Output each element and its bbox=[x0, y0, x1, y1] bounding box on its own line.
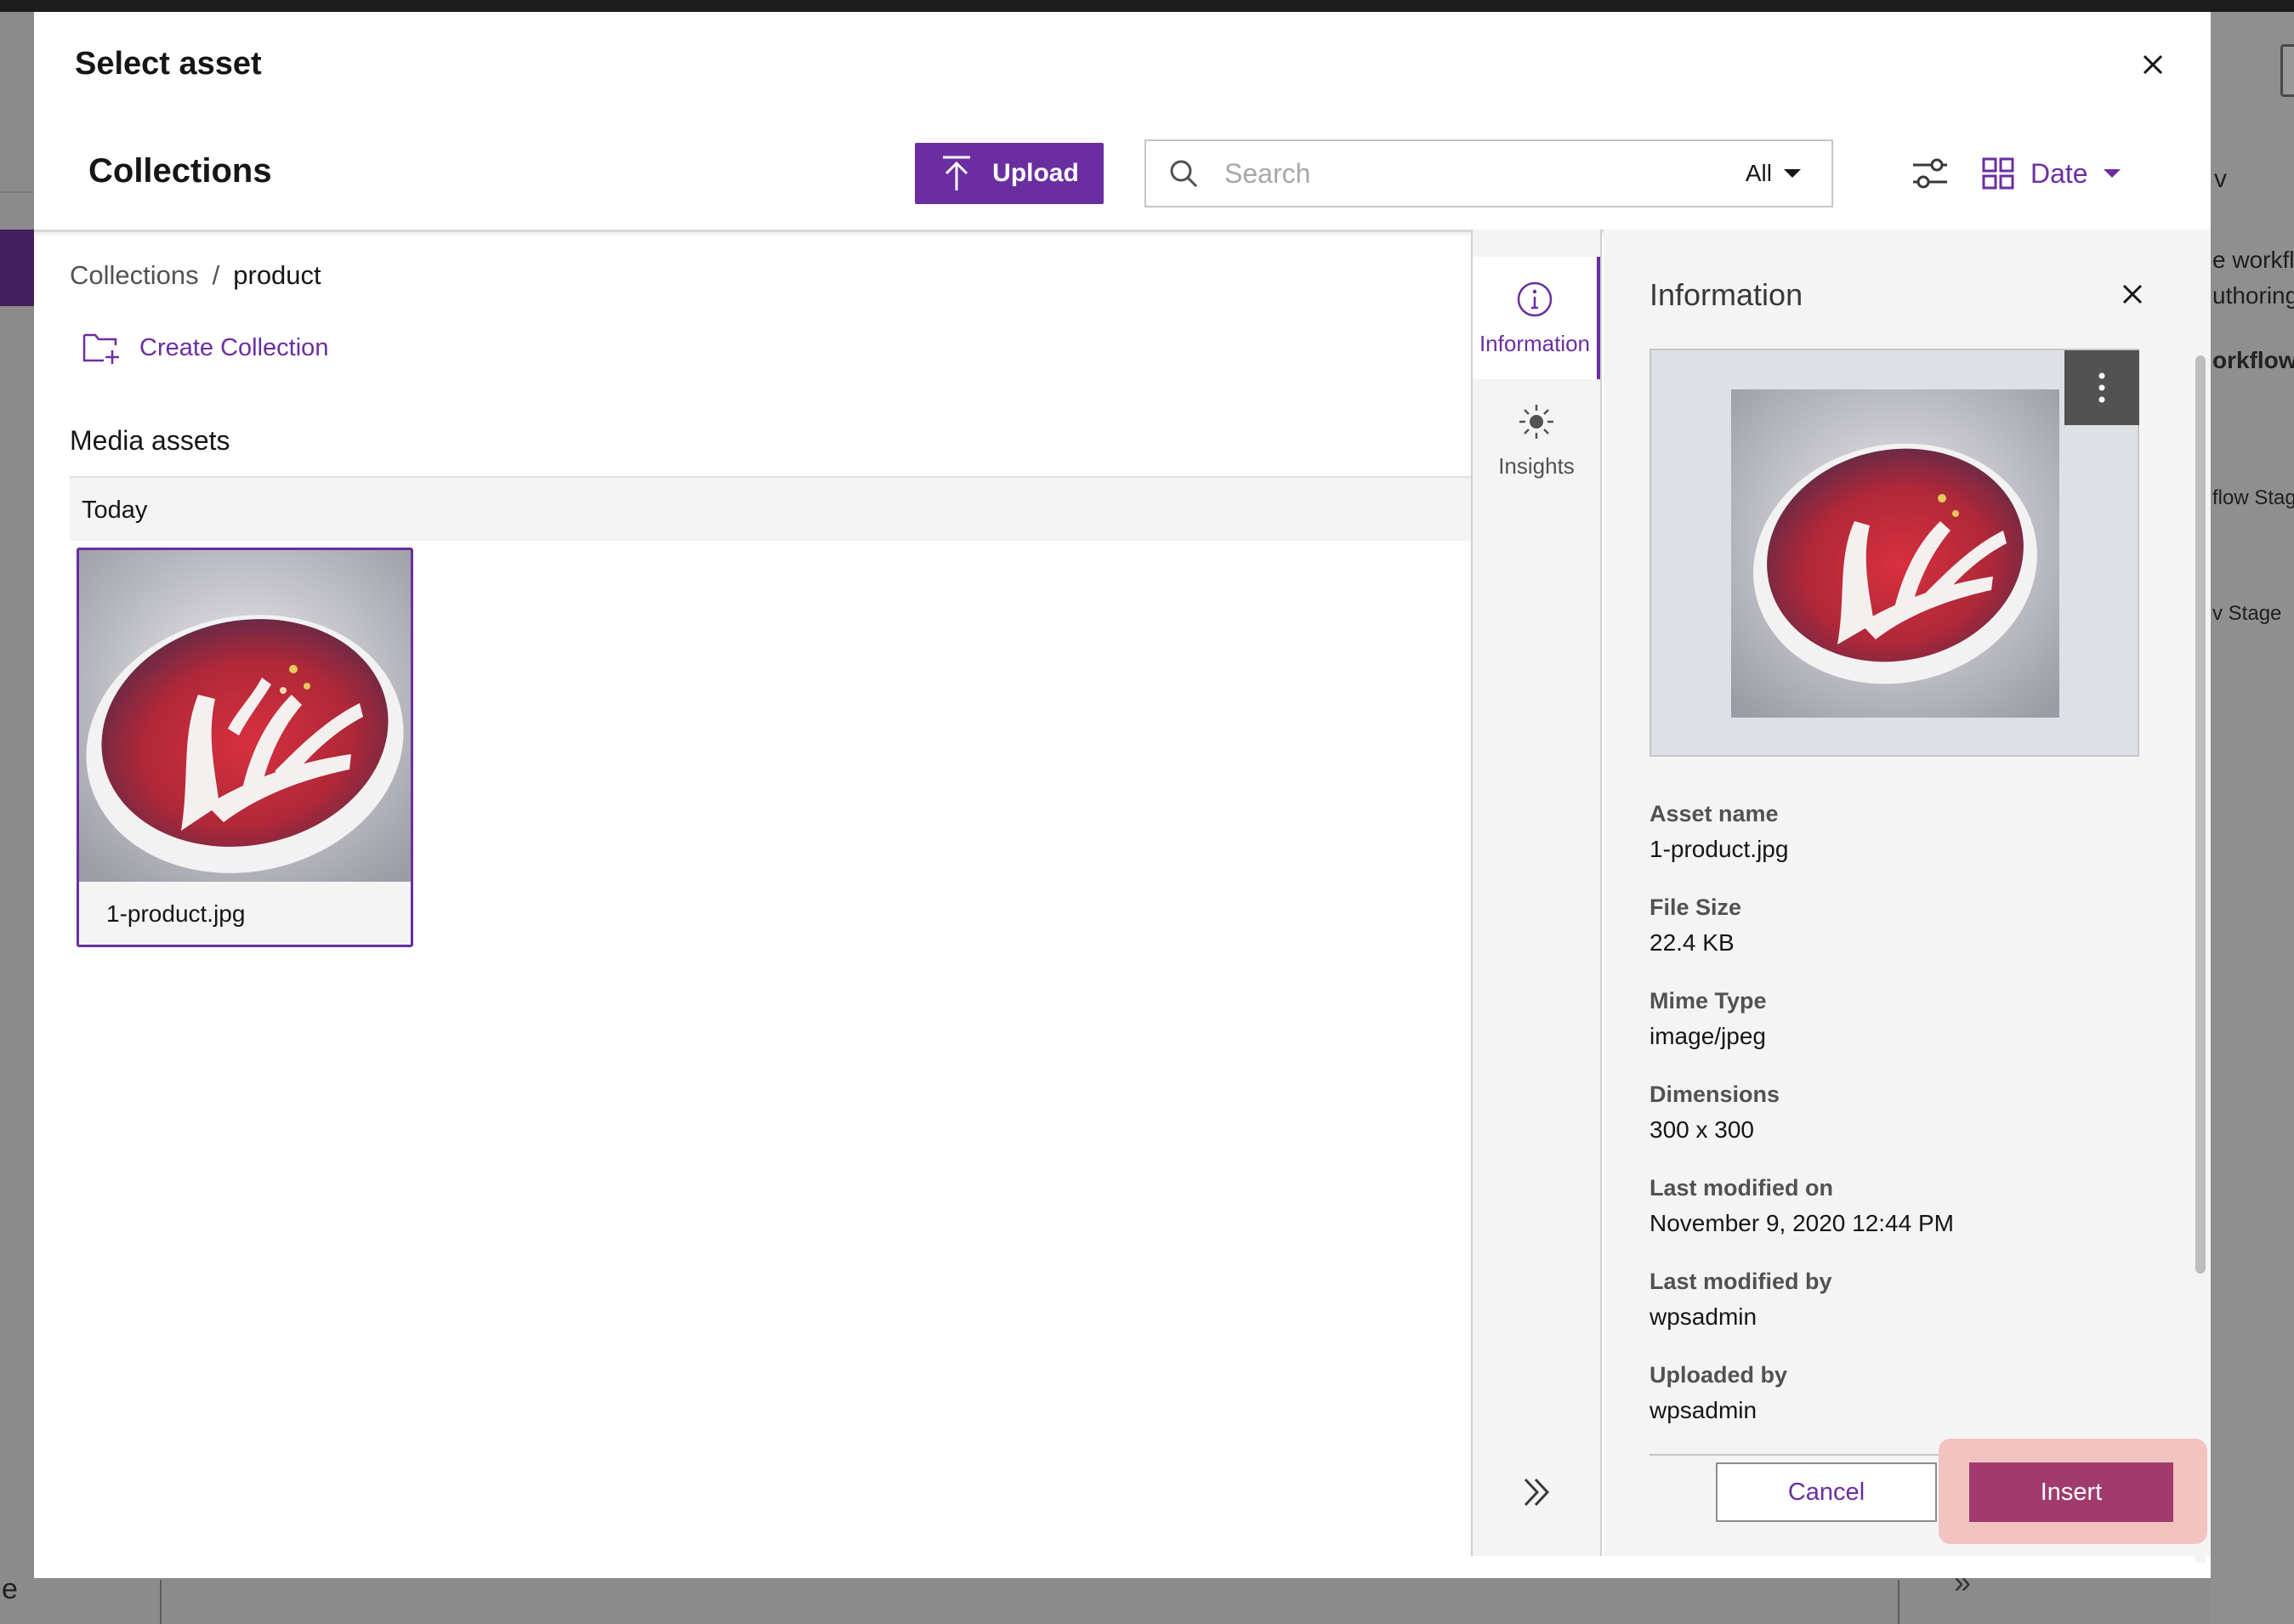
breadcrumb-separator: / bbox=[212, 260, 220, 290]
insert-button[interactable]: Insert bbox=[1969, 1462, 2173, 1522]
information-icon bbox=[1517, 281, 1553, 316]
search-icon bbox=[1170, 160, 1198, 188]
meta-value: wpsadmin bbox=[1650, 1303, 1757, 1330]
upload-label: Upload bbox=[992, 159, 1079, 187]
meta-label: Uploaded by bbox=[1650, 1362, 1788, 1388]
asset-name: 1-product.jpg bbox=[106, 900, 246, 927]
sort-label: Date bbox=[2030, 157, 2088, 189]
background-text: v bbox=[2214, 165, 2227, 193]
sort-dropdown[interactable]: Date bbox=[1981, 151, 2121, 196]
breadcrumb: Collections / product bbox=[70, 260, 321, 291]
information-panel-title: Information bbox=[1650, 277, 1803, 312]
overflow-menu-icon bbox=[2098, 372, 2105, 403]
background-text: uthoring bbox=[2212, 282, 2294, 309]
close-icon[interactable] bbox=[2115, 277, 2149, 311]
meta-label: Last modified on bbox=[1650, 1175, 1833, 1201]
background-text: v Stage bbox=[2212, 602, 2282, 625]
background-text: flow Stag bbox=[2212, 486, 2294, 509]
tab-insights[interactable]: Insights bbox=[1473, 379, 1600, 502]
search-input[interactable] bbox=[1224, 157, 1701, 190]
modal-title: Select asset bbox=[75, 46, 262, 82]
meta-label: Mime Type bbox=[1650, 988, 1767, 1014]
tab-information-label: Information bbox=[1479, 330, 1591, 356]
upload-icon bbox=[943, 156, 971, 190]
background-top-bar bbox=[0, 0, 2294, 12]
breadcrumb-collections-link[interactable]: Collections bbox=[70, 260, 199, 291]
meta-last-modified-on: Last modified on November 9, 2020 12:44 … bbox=[1650, 1175, 1954, 1237]
tab-information[interactable]: Information bbox=[1473, 257, 1600, 379]
upload-button[interactable]: Upload bbox=[915, 143, 1104, 204]
information-panel: Information Asset name 1-product.jpg Fil… bbox=[1604, 230, 2211, 1563]
create-collection-label: Create Collection bbox=[139, 333, 329, 361]
background-divider bbox=[0, 191, 34, 193]
cancel-button[interactable]: Cancel bbox=[1716, 1462, 1937, 1522]
search-scope-value: All bbox=[1745, 160, 1772, 186]
date-group-label: Today bbox=[82, 497, 148, 524]
scrollbar[interactable] bbox=[2195, 355, 2206, 1563]
tab-insights-label: Insights bbox=[1498, 452, 1575, 479]
asset-thumbnail bbox=[79, 550, 411, 882]
meta-value: wpsadmin bbox=[1650, 1397, 1757, 1423]
background-divider bbox=[1898, 1580, 1899, 1624]
toolbar-title: Collections bbox=[88, 152, 272, 190]
chevron-down-icon bbox=[1784, 169, 1801, 178]
create-collection-button[interactable]: Create Collection bbox=[82, 330, 328, 366]
insights-icon bbox=[1519, 404, 1553, 439]
background-text: e bbox=[2, 1573, 18, 1605]
meta-label: File Size bbox=[1650, 894, 1742, 920]
breadcrumb-current: product bbox=[233, 260, 321, 290]
panel-tab-rail: Information Insights bbox=[1471, 230, 1602, 1556]
background-nav-highlight bbox=[0, 230, 34, 306]
meta-uploaded-by: Uploaded by wpsadmin bbox=[1650, 1362, 1787, 1424]
date-group-header bbox=[70, 476, 1507, 541]
section-title: Media assets bbox=[70, 425, 230, 456]
meta-value: 1-product.jpg bbox=[1650, 836, 1789, 862]
filter-icon[interactable] bbox=[1908, 151, 1952, 196]
meta-asset-name: Asset name 1-product.jpg bbox=[1650, 801, 1788, 863]
meta-label: Last modified by bbox=[1650, 1269, 1832, 1294]
search-box: All bbox=[1144, 139, 1833, 207]
meta-file-size: File Size 22.4 KB bbox=[1650, 894, 1741, 957]
folder-add-icon bbox=[82, 333, 119, 364]
background-text: orkflow bbox=[2212, 347, 2294, 373]
asset-preview bbox=[1650, 349, 2139, 757]
meta-last-modified-by: Last modified by wpsadmin bbox=[1650, 1269, 1832, 1331]
background-bottom-bar bbox=[160, 1580, 2294, 1624]
chevron-down-icon bbox=[2103, 169, 2121, 178]
background-button bbox=[2280, 44, 2294, 97]
asset-preview-image bbox=[1731, 389, 2059, 718]
grid-view-icon bbox=[1982, 157, 2014, 190]
double-chevron-right-icon[interactable] bbox=[1515, 1471, 1558, 1513]
meta-value: 300 x 300 bbox=[1650, 1116, 1754, 1143]
close-icon[interactable] bbox=[2134, 46, 2172, 83]
meta-value: November 9, 2020 12:44 PM bbox=[1650, 1210, 1954, 1236]
meta-value: 22.4 KB bbox=[1650, 929, 1735, 956]
meta-label: Dimensions bbox=[1650, 1082, 1780, 1107]
meta-mime-type: Mime Type image/jpeg bbox=[1650, 988, 1767, 1050]
scrollbar-thumb[interactable] bbox=[2195, 355, 2206, 1274]
background-text: e workfl bbox=[2212, 247, 2294, 273]
meta-value: image/jpeg bbox=[1650, 1023, 1766, 1049]
meta-dimensions: Dimensions 300 x 300 bbox=[1650, 1082, 1780, 1144]
overflow-menu-button[interactable] bbox=[2064, 350, 2139, 425]
search-scope-dropdown[interactable]: All bbox=[1746, 160, 1801, 187]
meta-label: Asset name bbox=[1650, 801, 1779, 826]
asset-card[interactable]: 1-product.jpg bbox=[77, 548, 413, 947]
select-asset-modal: Select asset Collections Upload All bbox=[34, 12, 2211, 1578]
